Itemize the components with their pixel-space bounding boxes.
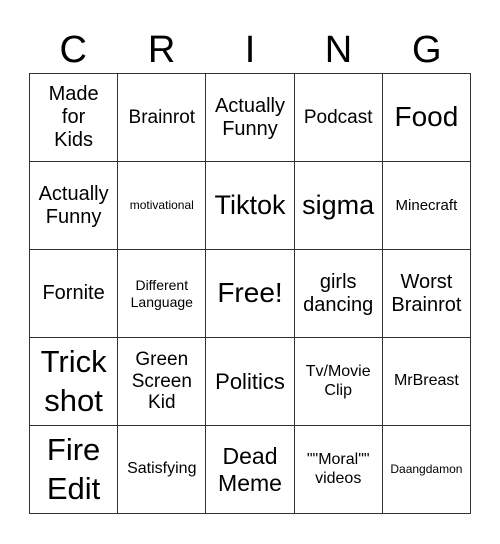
bingo-cell[interactable]: Politics [206, 338, 295, 426]
bingo-cell[interactable]: Daangdamon [382, 426, 471, 514]
bingo-cell[interactable]: Actually Funny [206, 74, 295, 162]
bingo-cell[interactable]: sigma [294, 162, 383, 250]
bingo-cell[interactable]: Worst Brainrot [382, 250, 471, 338]
bingo-grid: Made for Kids Brainrot Actually Funny Po… [29, 73, 471, 514]
bingo-cell[interactable]: Fire Edit [30, 426, 119, 514]
header-letter-r: R [147, 29, 176, 71]
bingo-cell[interactable]: Green Screen Kid [118, 338, 207, 426]
bingo-cell[interactable]: Podcast [294, 74, 383, 162]
header-letter-n: N [324, 29, 353, 71]
bingo-cell[interactable]: Brainrot [118, 74, 207, 162]
bingo-cell[interactable]: Food [382, 74, 471, 162]
bingo-cell[interactable]: Different Language [118, 250, 207, 338]
header-letter-i: I [244, 29, 256, 71]
bingo-cell[interactable]: MrBreast [382, 338, 471, 426]
bingo-cell[interactable]: Dead Meme [206, 426, 295, 514]
bingo-cell[interactable]: girls dancing [294, 250, 383, 338]
bingo-cell[interactable]: motivational [118, 162, 207, 250]
bingo-header: C R I N G [29, 28, 471, 72]
bingo-cell[interactable]: Actually Funny [30, 162, 119, 250]
bingo-cell[interactable]: Fornite [30, 250, 119, 338]
bingo-cell[interactable]: Trick shot [30, 338, 119, 426]
bingo-cell[interactable]: ""Moral"" videos [294, 426, 383, 514]
header-letter-g: G [412, 29, 442, 71]
bingo-cell[interactable]: Made for Kids [30, 74, 119, 162]
bingo-cell[interactable]: Free! [206, 250, 295, 338]
bingo-cell[interactable]: Satisfying [118, 426, 207, 514]
bingo-cell[interactable]: Tv/Movie Clip [294, 338, 383, 426]
header-letter-c: C [59, 29, 87, 71]
bingo-cell[interactable]: Minecraft [382, 162, 471, 250]
bingo-cell[interactable]: Tiktok [206, 162, 295, 250]
